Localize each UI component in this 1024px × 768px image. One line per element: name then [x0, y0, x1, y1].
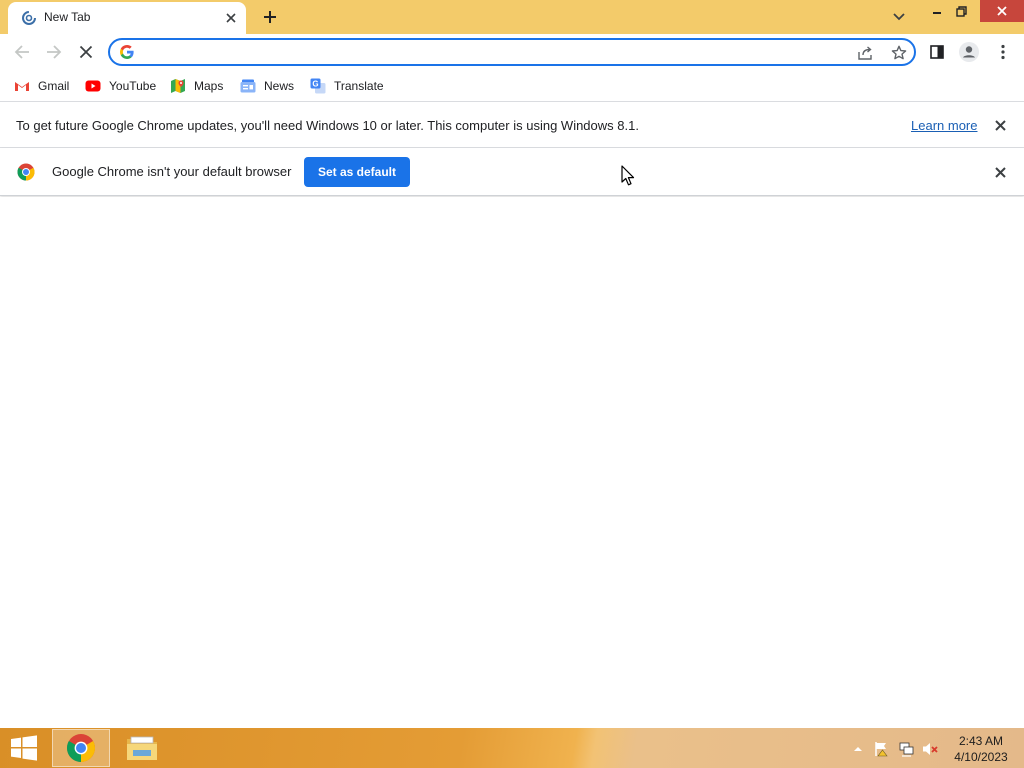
bookmark-gmail[interactable]: Gmail	[14, 76, 69, 96]
news-icon	[240, 79, 256, 93]
network-button[interactable]	[897, 740, 915, 758]
maps-icon	[171, 79, 185, 93]
forward-button[interactable]	[41, 39, 67, 65]
arrow-right-icon	[47, 45, 62, 59]
tab-search-button[interactable]	[887, 5, 911, 29]
updates-message: To get future Google Chrome updates, you…	[16, 118, 639, 133]
clock-time: 2:43 AM	[958, 734, 1004, 748]
bookmark-label: Gmail	[38, 79, 70, 93]
bookmark-news[interactable]: News	[240, 76, 294, 96]
bookmark-label: Translate	[334, 79, 384, 93]
window-close-button[interactable]	[980, 0, 1024, 22]
volume-muted-icon	[923, 743, 938, 755]
flag-icon	[875, 742, 888, 757]
bookmark-label: YouTube	[109, 79, 157, 93]
updates-infobar-close-button[interactable]	[990, 115, 1010, 135]
tab-title: New Tab	[44, 10, 91, 24]
more-vertical-icon	[1001, 44, 1005, 60]
side-panel-button[interactable]	[926, 41, 948, 63]
bookmark-label: Maps	[194, 79, 224, 93]
taskbar-chrome[interactable]	[52, 729, 110, 767]
share-icon	[858, 46, 872, 60]
bookmark-star-button[interactable]	[889, 43, 909, 63]
new-tab-button[interactable]	[258, 5, 282, 29]
bookmark-translate[interactable]: G Translate	[310, 76, 384, 96]
close-icon	[997, 6, 1007, 16]
restore-icon	[955, 5, 967, 17]
chevron-up-icon	[854, 747, 862, 751]
stop-loading-button[interactable]	[73, 39, 99, 65]
star-icon	[891, 45, 907, 60]
start-button[interactable]	[8, 734, 40, 762]
show-hidden-icons-button[interactable]	[849, 740, 867, 758]
bookmarks-bar: Gmail YouTube Maps News G Translate	[0, 70, 1024, 102]
chrome-menu-button[interactable]	[992, 41, 1014, 63]
tab-new-tab[interactable]: New Tab	[8, 2, 246, 34]
close-icon	[994, 119, 1006, 131]
bookmark-maps[interactable]: Maps	[170, 76, 223, 96]
back-button[interactable]	[9, 39, 35, 65]
default-browser-message: Google Chrome isn't your default browser	[52, 164, 292, 179]
close-icon	[79, 45, 93, 59]
title-bar: New Tab	[0, 0, 1024, 34]
taskbar-file-explorer[interactable]	[113, 729, 171, 767]
volume-button[interactable]	[921, 740, 939, 758]
plus-icon	[264, 11, 276, 23]
youtube-icon	[85, 80, 101, 92]
bookmark-youtube[interactable]: YouTube	[85, 76, 156, 96]
chevron-down-icon	[893, 13, 905, 21]
arrow-left-icon	[14, 45, 29, 59]
minimize-icon	[933, 12, 941, 14]
close-icon	[994, 166, 1006, 178]
default-browser-infobar: Google Chrome isn't your default browser…	[0, 148, 1024, 196]
page-content	[0, 197, 1024, 728]
bookmark-label: News	[264, 79, 295, 93]
browser-toolbar	[0, 34, 1024, 70]
profile-button[interactable]	[958, 41, 980, 63]
gmail-icon	[15, 82, 29, 91]
loading-spinner-icon	[22, 11, 36, 25]
chrome-logo-icon	[17, 163, 35, 181]
windows-logo-icon	[11, 735, 37, 761]
default-browser-infobar-close-button[interactable]	[990, 162, 1010, 182]
translate-icon: G	[310, 78, 326, 94]
chrome-icon	[67, 734, 95, 762]
action-center-button[interactable]	[872, 740, 890, 758]
address-bar[interactable]	[108, 38, 916, 66]
set-as-default-button[interactable]: Set as default	[304, 157, 410, 187]
tab-close-button[interactable]	[222, 9, 240, 27]
restore-button[interactable]	[944, 0, 978, 22]
clock-date: 4/10/2023	[954, 750, 1008, 764]
mouse-pointer-icon	[621, 165, 635, 186]
windows-taskbar: 2:43 AM 4/10/2023	[0, 728, 1024, 768]
side-panel-icon	[930, 45, 944, 59]
svg-text:G: G	[312, 80, 318, 89]
google-g-icon	[120, 45, 134, 59]
network-icon	[899, 742, 914, 757]
avatar-icon	[959, 42, 979, 62]
address-input[interactable]	[142, 42, 842, 62]
updates-infobar: To get future Google Chrome updates, you…	[0, 103, 1024, 148]
close-icon	[226, 13, 236, 23]
file-explorer-icon	[127, 736, 157, 760]
learn-more-link[interactable]: Learn more	[911, 118, 977, 133]
taskbar-clock[interactable]: 2:43 AM 4/10/2023	[948, 733, 1014, 765]
share-button[interactable]	[856, 43, 876, 63]
